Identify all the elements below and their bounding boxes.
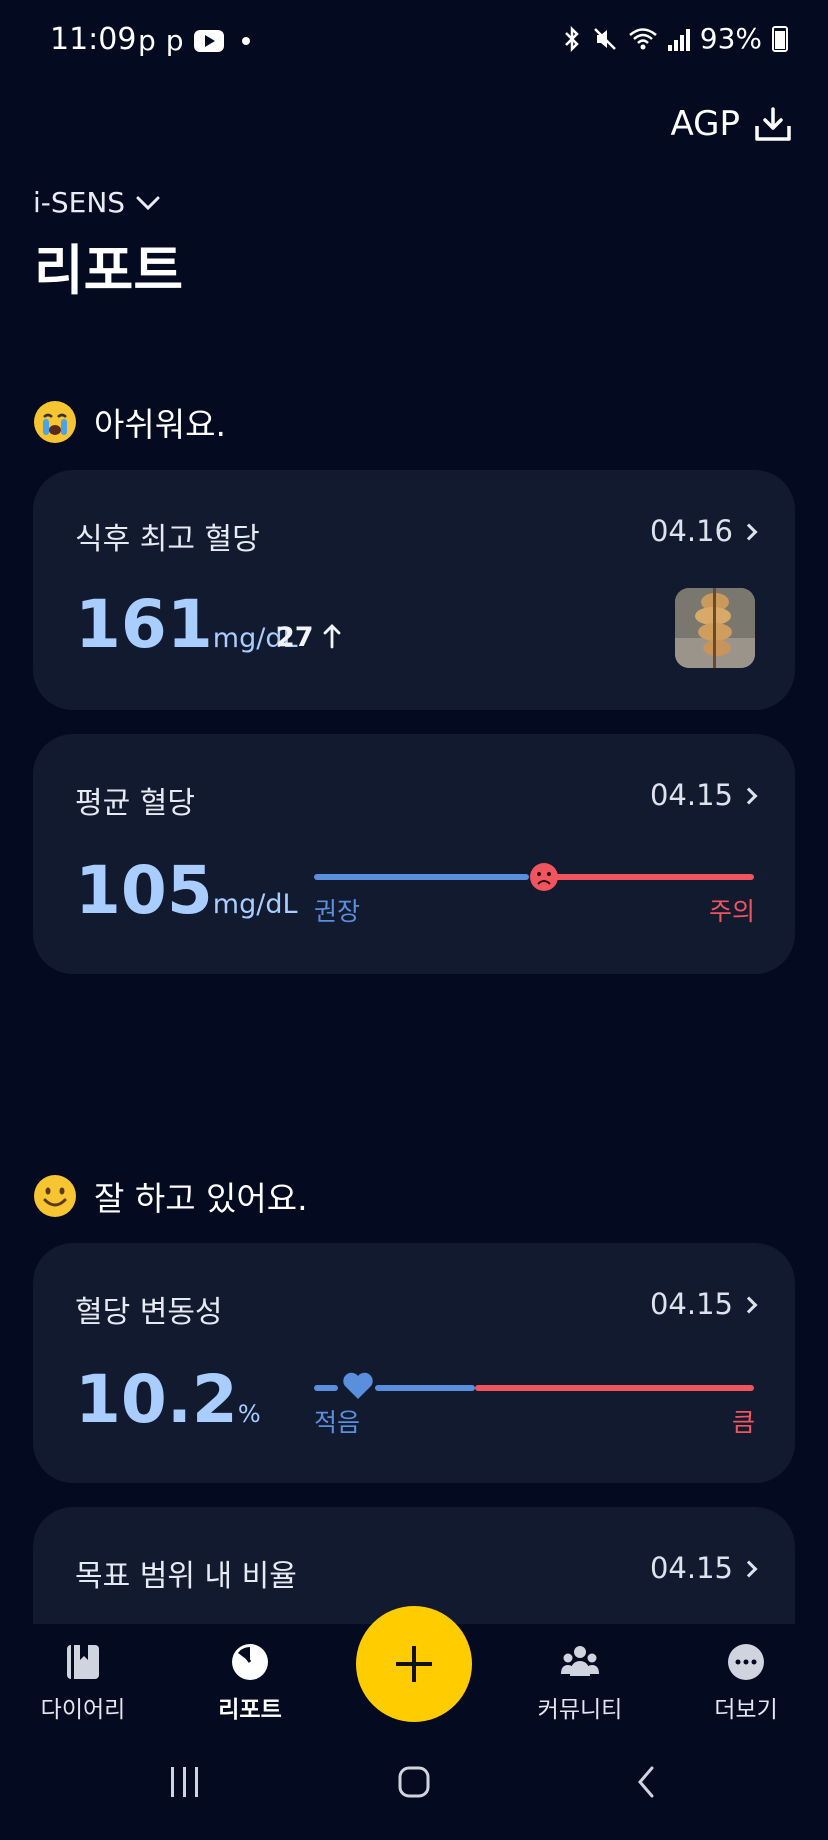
nav-label: 다이어리: [40, 1697, 126, 1723]
section-heading-text: 아쉬워요.: [94, 405, 226, 444]
more-dots-icon: [728, 1644, 764, 1680]
glucose-value: 105mg/dL: [75, 852, 298, 929]
battery-icon: [772, 25, 788, 52]
card-post-meal-max-glucose[interactable]: 식후 최고 혈당 04.16 161mg/dL 27: [33, 470, 795, 710]
glucose-delta-number: 27: [276, 622, 314, 653]
p-notification-icon: p: [165, 24, 184, 57]
card-glucose-variability[interactable]: 혈당 변동성 04.15 10.2% 적음 큼: [33, 1243, 795, 1483]
diary-book-icon: [67, 1645, 99, 1679]
section-heading-text: 잘 하고 있어요.: [94, 1179, 308, 1218]
chevron-right-icon: [740, 1560, 758, 1578]
card-date-link[interactable]: 04.15: [649, 778, 758, 812]
gauge-bar-caution: [543, 874, 754, 880]
notification-icons: p p: [138, 24, 250, 57]
add-entry-fab-button[interactable]: [356, 1606, 472, 1722]
card-date: 04.16: [649, 514, 733, 548]
section-heading-doing-well: 잘 하고 있어요.: [34, 1172, 308, 1220]
card-date-link[interactable]: 04.16: [649, 514, 758, 548]
brand-label: i-SENS: [33, 186, 126, 219]
section-heading-needs-work: 아쉬워요.: [34, 398, 226, 446]
report-screen: 11:09 p p 93% AGP i-SENS 리포트 아쉬워요. 식후 최고…: [0, 0, 828, 1840]
card-date: 04.15: [649, 778, 733, 812]
nav-label: 커뮤니티: [537, 1697, 623, 1723]
agp-label: AGP: [670, 104, 740, 144]
sad-face-marker-icon: [530, 863, 558, 891]
gauge-bar-low-start: [314, 1385, 338, 1391]
recent-apps-icon[interactable]: [168, 1762, 202, 1802]
nav-item-community[interactable]: 커뮤니티: [520, 1642, 640, 1724]
gauge-bar-high: [475, 1385, 754, 1391]
card-date-link[interactable]: 04.15: [649, 1551, 758, 1585]
system-navigation-bar: [0, 1732, 828, 1840]
card-title: 혈당 변동성: [75, 1295, 223, 1330]
card-average-glucose[interactable]: 평균 혈당 04.15 105mg/dL 권장 주의: [33, 734, 795, 974]
gauge-label-low: 적음: [314, 1408, 361, 1437]
nav-label: 더보기: [714, 1697, 778, 1723]
glucose-value: 161mg/dL: [75, 586, 298, 663]
nav-item-more[interactable]: 더보기: [686, 1642, 806, 1724]
chevron-right-icon: [740, 787, 758, 805]
youtube-icon: [193, 29, 224, 52]
system-status-icons: 93%: [562, 22, 788, 55]
variability-value-number: 10.2: [75, 1361, 238, 1438]
gauge-label-high: 큼: [731, 1408, 755, 1437]
report-pie-icon: [232, 1644, 268, 1680]
chevron-right-icon: [740, 523, 758, 541]
meal-photo-thumbnail[interactable]: [675, 588, 755, 668]
card-date: 04.15: [649, 1551, 733, 1585]
gauge-bar-low: [375, 1385, 475, 1391]
glucose-value-number: 161: [75, 586, 213, 663]
heart-marker-icon: [343, 1372, 373, 1399]
arrow-up-icon: [323, 624, 341, 649]
p-notification-icon: p: [138, 24, 156, 57]
glucose-value-number: 105: [75, 852, 213, 929]
signal-icon: [667, 27, 690, 51]
chevron-right-icon: [740, 1296, 758, 1314]
gauge-label-recommended: 권장: [314, 897, 361, 926]
smiling-face-icon: [34, 1175, 76, 1217]
glucose-unit: mg/dL: [212, 889, 298, 920]
variability-value: 10.2%: [75, 1361, 261, 1438]
plus-icon: [396, 1646, 432, 1682]
card-date: 04.15: [649, 1287, 733, 1321]
status-time: 11:09: [50, 22, 137, 57]
status-bar: 11:09 p p 93%: [0, 0, 828, 84]
chevron-down-icon: [136, 196, 160, 210]
download-icon: [754, 106, 792, 142]
gauge-bar-recommended: [314, 874, 529, 880]
gauge-label-caution: 주의: [708, 897, 755, 926]
variability-unit: %: [237, 1400, 261, 1428]
crying-face-icon: [34, 401, 76, 443]
nav-item-diary[interactable]: 다이어리: [23, 1642, 143, 1724]
device-brand-selector[interactable]: i-SENS: [33, 186, 161, 219]
agp-download-button[interactable]: AGP: [670, 104, 792, 144]
glucose-delta: 27: [276, 622, 341, 653]
bluetooth-icon: [564, 25, 579, 52]
battery-percent: 93%: [699, 22, 762, 55]
mute-icon: [593, 27, 616, 50]
card-date-link[interactable]: 04.15: [649, 1287, 758, 1321]
home-icon[interactable]: [396, 1762, 432, 1802]
card-title: 평균 혈당: [75, 786, 195, 821]
wifi-icon: [628, 27, 657, 49]
more-notifications-dot-icon: [241, 36, 250, 45]
card-title: 식후 최고 혈당: [75, 522, 260, 557]
nav-label: 리포트: [218, 1697, 282, 1723]
community-people-icon: [561, 1646, 599, 1676]
back-icon[interactable]: [632, 1762, 662, 1802]
card-title: 목표 범위 내 비율: [75, 1559, 297, 1594]
nav-item-report[interactable]: 리포트: [190, 1642, 310, 1724]
page-title: 리포트: [34, 239, 184, 302]
